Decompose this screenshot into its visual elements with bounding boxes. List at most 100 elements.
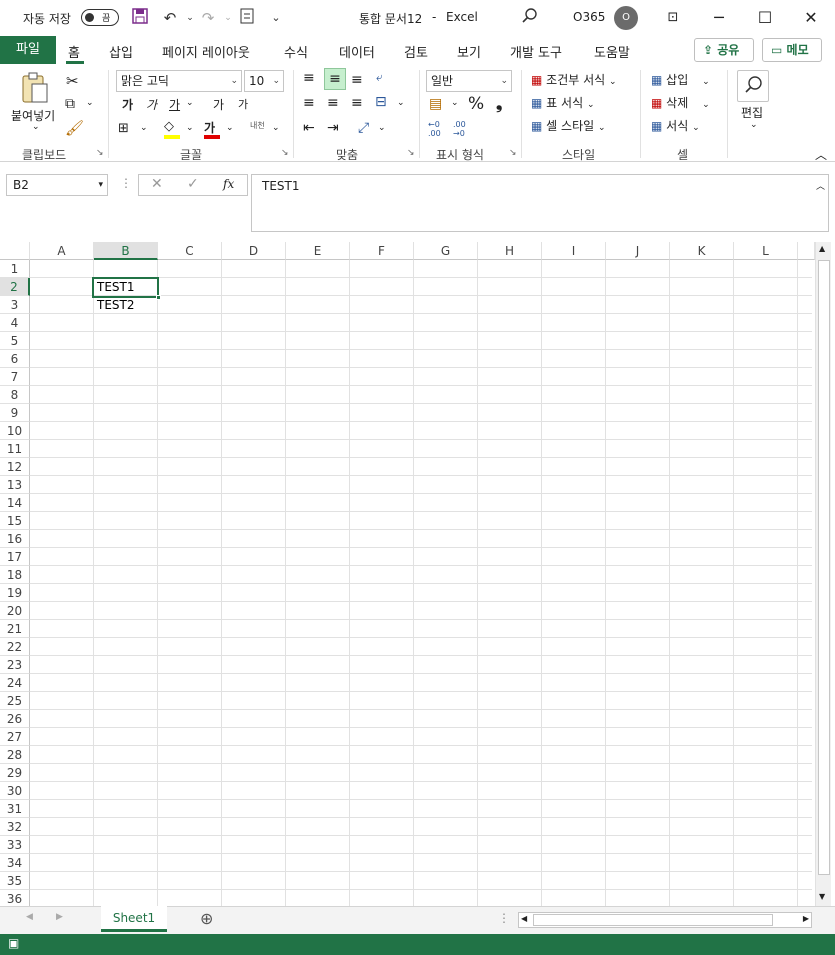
conditional-formatting-button[interactable]: ▦ 조건부 서식 ⌄ bbox=[531, 71, 617, 88]
format-cells-button[interactable]: ▦ 서식 ⌄ bbox=[651, 117, 700, 134]
orientation-dropdown-icon[interactable]: ⌄ bbox=[378, 123, 386, 133]
ribbon-display-icon[interactable]: ⊡ bbox=[661, 6, 685, 30]
comments-button[interactable]: ▭ 메모 bbox=[762, 38, 822, 62]
scroll-up-icon[interactable]: ▲ bbox=[819, 244, 825, 253]
row-header[interactable]: 30 bbox=[0, 782, 30, 800]
name-box[interactable]: B2 ▾ bbox=[6, 174, 108, 196]
column-header-f[interactable]: F bbox=[350, 242, 414, 260]
row-header[interactable]: 20 bbox=[0, 602, 30, 620]
wrap-text-icon[interactable]: ⤶ bbox=[376, 70, 383, 85]
copy-icon[interactable]: ⧉ bbox=[65, 96, 75, 112]
enter-icon[interactable]: ✓ bbox=[187, 176, 199, 192]
percent-icon[interactable]: % bbox=[468, 94, 484, 114]
editing-dropdown-icon[interactable]: ⌄ bbox=[750, 120, 758, 130]
tab-developer[interactable]: 개발 도구 bbox=[510, 42, 562, 61]
scroll-sheets-right-icon[interactable]: ▶ bbox=[56, 912, 63, 922]
fill-color-icon[interactable]: ◇ bbox=[164, 119, 182, 139]
vertical-scroll-thumb[interactable] bbox=[818, 260, 830, 875]
number-format-select[interactable]: 일반 ⌄ bbox=[426, 70, 512, 92]
undo-dropdown-icon[interactable]: ⌄ bbox=[180, 8, 200, 28]
cell-styles-button[interactable]: ▦ 셀 스타일 ⌄ bbox=[531, 117, 606, 134]
column-header-d[interactable]: D bbox=[222, 242, 286, 260]
insert-function-icon[interactable]: fx bbox=[223, 177, 234, 191]
copy-dropdown-icon[interactable]: ⌄ bbox=[86, 98, 94, 108]
merge-center-icon[interactable]: ⊟ bbox=[375, 94, 387, 110]
row-header[interactable]: 25 bbox=[0, 692, 30, 710]
cancel-icon[interactable]: ✕ bbox=[151, 176, 163, 192]
close-icon[interactable]: ✕ bbox=[799, 6, 823, 30]
save-icon[interactable] bbox=[130, 8, 150, 28]
font-name-select[interactable]: 맑은 고딕 ⌄ bbox=[116, 70, 242, 92]
align-center-icon[interactable]: ≡ bbox=[327, 95, 339, 111]
decrease-indent-icon[interactable]: ⇤ bbox=[303, 120, 315, 136]
tab-split-grip-icon[interactable]: ⋮ bbox=[498, 911, 510, 925]
cut-icon[interactable]: ✂ bbox=[66, 72, 79, 90]
row-header[interactable]: 35 bbox=[0, 872, 30, 890]
row-header[interactable]: 31 bbox=[0, 800, 30, 818]
border-icon[interactable]: ⊞ bbox=[118, 121, 129, 136]
align-middle-icon[interactable]: ≡ bbox=[324, 68, 346, 90]
tab-home[interactable]: 홈 bbox=[68, 42, 80, 61]
currency-icon[interactable]: ▤ bbox=[429, 96, 442, 112]
fill-color-dropdown-icon[interactable]: ⌄ bbox=[186, 123, 194, 133]
row-header[interactable]: 14 bbox=[0, 494, 30, 512]
increase-indent-icon[interactable]: ⇥ bbox=[327, 120, 339, 136]
row-header[interactable]: 18 bbox=[0, 566, 30, 584]
horizontal-scroll-thumb[interactable] bbox=[533, 914, 773, 926]
row-header[interactable]: 32 bbox=[0, 818, 30, 836]
insert-cells-button[interactable]: ▦ 삽입 ⌄ bbox=[651, 71, 710, 88]
row-header[interactable]: 5 bbox=[0, 332, 30, 350]
column-header-a[interactable]: A bbox=[30, 242, 94, 260]
shrink-font-button[interactable]: 가 bbox=[238, 96, 248, 112]
sheet-tab-sheet1[interactable]: Sheet1 bbox=[101, 906, 167, 932]
row-header[interactable]: 1 bbox=[0, 260, 30, 278]
tab-data[interactable]: 데이터 bbox=[339, 42, 375, 61]
column-header-i[interactable]: I bbox=[542, 242, 606, 260]
number-launcher-icon[interactable]: ↘ bbox=[509, 148, 517, 158]
underline-dropdown-icon[interactable]: ⌄ bbox=[186, 98, 194, 108]
cell-b3[interactable]: TEST2 bbox=[94, 296, 158, 314]
font-size-select[interactable]: 10 ⌄ bbox=[244, 70, 284, 92]
scroll-down-icon[interactable]: ▼ bbox=[819, 892, 825, 901]
formula-input[interactable]: TEST1 ︿ bbox=[251, 174, 829, 232]
font-color-icon[interactable]: 가 bbox=[204, 119, 222, 139]
row-header[interactable]: 34 bbox=[0, 854, 30, 872]
collapse-ribbon-icon[interactable]: ︿ bbox=[815, 146, 827, 163]
row-header[interactable]: 4 bbox=[0, 314, 30, 332]
row-header[interactable]: 19 bbox=[0, 584, 30, 602]
column-header-k[interactable]: K bbox=[670, 242, 734, 260]
scroll-right-icon[interactable]: ▶ bbox=[803, 914, 809, 923]
row-header[interactable]: 17 bbox=[0, 548, 30, 566]
column-header-h[interactable]: H bbox=[478, 242, 542, 260]
align-left-icon[interactable]: ≡ bbox=[303, 95, 315, 111]
row-header[interactable]: 10 bbox=[0, 422, 30, 440]
font-color-dropdown-icon[interactable]: ⌄ bbox=[226, 123, 234, 133]
account-name[interactable]: O365 bbox=[573, 10, 605, 24]
add-sheet-icon[interactable]: ⊕ bbox=[200, 909, 213, 928]
column-header-l[interactable]: L bbox=[734, 242, 798, 260]
select-all-corner[interactable] bbox=[0, 242, 30, 260]
undo-icon[interactable]: ↶ bbox=[160, 8, 180, 28]
row-header[interactable]: 12 bbox=[0, 458, 30, 476]
merge-dropdown-icon[interactable]: ⌄ bbox=[397, 98, 405, 108]
alignment-launcher-icon[interactable]: ↘ bbox=[407, 148, 415, 158]
paste-dropdown-icon[interactable]: ⌄ bbox=[32, 122, 40, 132]
row-header[interactable]: 27 bbox=[0, 728, 30, 746]
editing-search-icon[interactable] bbox=[737, 70, 769, 102]
row-header[interactable]: 33 bbox=[0, 836, 30, 854]
row-header[interactable]: 11 bbox=[0, 440, 30, 458]
row-header[interactable]: 2 bbox=[0, 278, 30, 296]
format-as-table-button[interactable]: ▦ 표 서식 ⌄ bbox=[531, 94, 594, 111]
paste-icon[interactable] bbox=[20, 72, 50, 107]
column-header-e[interactable]: E bbox=[286, 242, 350, 260]
form-icon[interactable] bbox=[237, 8, 257, 28]
comma-icon[interactable]: ❟ bbox=[496, 94, 502, 114]
share-button[interactable]: ⇪ 공유 bbox=[694, 38, 754, 62]
row-header[interactable]: 23 bbox=[0, 656, 30, 674]
row-header[interactable]: 15 bbox=[0, 512, 30, 530]
maximize-icon[interactable]: ☐ bbox=[753, 6, 777, 30]
row-header[interactable]: 24 bbox=[0, 674, 30, 692]
phonetic-dropdown-icon[interactable]: ⌄ bbox=[272, 123, 280, 133]
vertical-scrollbar[interactable]: ▲ ▼ bbox=[815, 242, 831, 906]
column-header-j[interactable]: J bbox=[606, 242, 670, 260]
